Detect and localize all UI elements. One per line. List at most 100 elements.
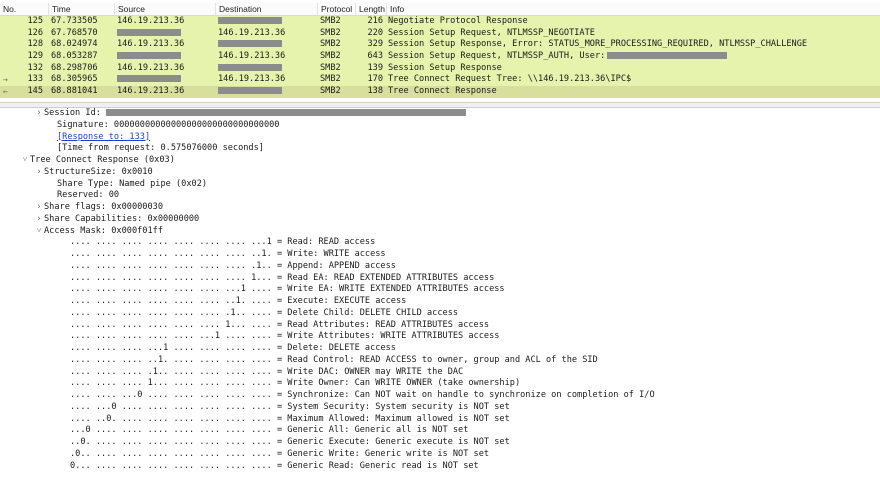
detail-text: .... .... .... ..1. .... .... .... .... … xyxy=(70,354,598,365)
detail-text: .... .... .... .... .... .... .... ...1 … xyxy=(70,237,376,248)
detail-tree-item[interactable]: .... .... .... .... .... .... .... ..1. … xyxy=(0,249,880,261)
detail-text: .... .... .... ...1 .... .... .... .... … xyxy=(70,343,396,353)
column-source[interactable]: Source xyxy=(114,3,218,15)
detail-text: Share Capabilities: 0x00000000 xyxy=(44,213,200,224)
collapse-chevron-icon[interactable]: ˅ xyxy=(34,226,44,238)
packet-source: 146.19.213.36 xyxy=(117,62,185,73)
packet-destination: 146.19.213.36 xyxy=(218,27,286,38)
detail-text: .... .... ...0 .... .... .... .... .... … xyxy=(70,390,655,400)
column-no[interactable]: No. xyxy=(0,3,47,15)
packet-destination xyxy=(218,16,282,28)
column-protocol[interactable]: Protocol xyxy=(317,3,357,15)
detail-tree-item[interactable]: .... .... .... .... .... .... ..1. .... … xyxy=(0,296,880,308)
detail-tree-item[interactable]: .... .... .... ..1. .... .... .... .... … xyxy=(0,355,880,367)
detail-tree-item[interactable]: .... .... .... .... .... ...1 .... .... … xyxy=(0,331,880,343)
detail-tree-item[interactable]: .... .... .... .... .... .... .... ...1 … xyxy=(0,237,880,249)
expand-chevron-icon[interactable]: › xyxy=(34,214,44,226)
detail-tree-item[interactable]: Share Type: Named pipe (0x02) xyxy=(0,179,880,191)
related-packet-arrow-icon: ← xyxy=(3,87,8,97)
redaction-bar xyxy=(218,63,282,71)
detail-tree-item[interactable]: ..0. .... .... .... .... .... .... .... … xyxy=(0,437,880,449)
detail-tree-item[interactable]: .... ...0 .... .... .... .... .... .... … xyxy=(0,402,880,414)
packet-destination xyxy=(218,39,282,51)
detail-tree-item[interactable]: › StructureSize: 0x0010 xyxy=(0,167,880,179)
detail-tree-item[interactable]: ...0 .... .... .... .... .... .... .... … xyxy=(0,425,880,437)
packet-destination: 146.19.213.36 xyxy=(218,74,286,85)
column-time[interactable]: Time xyxy=(48,3,116,15)
detail-text: ...0 .... .... .... .... .... .... .... … xyxy=(70,425,469,436)
detail-tree-item[interactable]: 0... .... .... .... .... .... .... .... … xyxy=(0,461,880,473)
packet-length: 643 xyxy=(367,51,383,62)
detail-text: 0... .... .... .... .... .... .... .... … xyxy=(70,460,479,471)
detail-text: ..0. .... .... .... .... .... .... .... … xyxy=(70,437,510,447)
redaction-bar xyxy=(117,28,181,36)
packet-protocol: SMB2 xyxy=(320,51,341,62)
detail-tree-item[interactable]: .... .... .... .... .... .... .... 1... … xyxy=(0,273,880,285)
packet-list: 125 67.733505 146.19.213.36 SMB2 216 Negotiat… xyxy=(0,16,880,98)
detail-tree-item[interactable]: .... .... .... .... .... .... ...1 .... … xyxy=(0,284,880,296)
detail-tree-item[interactable]: ˅ Access Mask: 0x000f01ff xyxy=(0,226,880,238)
response-link[interactable]: [Response to: 133] xyxy=(57,132,150,142)
packet-time: 68.024974 xyxy=(51,39,98,50)
detail-text: .... .... .... .... .... .... .... .1.. … xyxy=(70,260,396,271)
detail-text: Session Id: xyxy=(44,108,107,118)
column-destination[interactable]: Destination xyxy=(215,3,319,15)
redaction-bar xyxy=(106,109,467,116)
column-length[interactable]: Length xyxy=(355,3,389,15)
detail-tree-item[interactable]: .... .... .... .... .... .... .... .1.. … xyxy=(0,261,880,273)
detail-text: Tree Connect Response (0x03) xyxy=(30,155,175,165)
expand-chevron-icon[interactable]: › xyxy=(34,108,44,120)
detail-tree-item[interactable]: .... .... .... .1.. .... .... .... .... … xyxy=(0,367,880,379)
packet-protocol: SMB2 xyxy=(320,86,341,97)
packet-info: Session Setup Response xyxy=(388,62,502,73)
column-info[interactable]: Info xyxy=(386,3,880,15)
packet-destination xyxy=(218,63,282,75)
detail-tree-item[interactable]: .... .... ...0 .... .... .... .... .... … xyxy=(0,390,880,402)
packet-destination: 146.19.213.36 xyxy=(218,51,286,62)
packet-row[interactable]: 129 68.053287 146.19.213.36 SMB2 643 Session … xyxy=(0,51,880,63)
detail-tree-item[interactable]: .... .... .... .... .... .... .1.. .... … xyxy=(0,308,880,320)
detail-tree-item[interactable]: [Response to: 133] xyxy=(0,132,880,144)
expand-chevron-icon[interactable]: › xyxy=(34,202,44,214)
detail-text: .... .... .... 1... .... .... .... .... … xyxy=(70,378,521,389)
detail-tree-item[interactable]: › Share Capabilities: 0x00000000 xyxy=(0,214,880,226)
packet-row[interactable]: 126 67.768570 146.19.213.36 SMB2 220 Session … xyxy=(0,27,880,40)
packet-source xyxy=(117,51,181,63)
packet-protocol: SMB2 xyxy=(320,62,341,73)
detail-tree-item[interactable]: › Share flags: 0x00000030 xyxy=(0,202,880,214)
detail-text: Share flags: 0x00000030 xyxy=(44,202,163,212)
packet-no: 128 xyxy=(27,39,43,50)
detail-tree-item[interactable]: .0.. .... .... .... .... .... .... .... … xyxy=(0,449,880,461)
detail-text: [Time from request: 0.575076000 seconds] xyxy=(57,143,264,154)
detail-tree-item[interactable]: .... ..0. .... .... .... .... .... .... … xyxy=(0,414,880,426)
packet-length: 216 xyxy=(367,16,383,26)
packet-row[interactable]: 133 68.305965 146.19.213.36 SMB2 170 Tree Con… xyxy=(0,74,880,87)
detail-tree-item[interactable]: Reserved: 00 xyxy=(0,190,880,202)
packet-row[interactable]: 132 68.298706 146.19.213.36 SMB2 139 Session … xyxy=(0,62,880,75)
detail-tree-item[interactable]: › Session Id: xyxy=(0,108,880,120)
detail-tree-item[interactable]: Signature: 00000000000000000000000000000… xyxy=(0,120,880,132)
packet-length: 139 xyxy=(367,62,383,73)
detail-text: .... .... .... .... .... .... .... ..1. … xyxy=(70,249,386,259)
detail-tree-item[interactable]: .... .... .... .... .... .... 1... .... … xyxy=(0,320,880,332)
collapse-chevron-icon[interactable]: ˅ xyxy=(20,155,30,167)
packet-length: 170 xyxy=(367,74,383,85)
packet-row[interactable]: 145 68.881041 146.19.213.36 SMB2 138 Tree Con… xyxy=(0,86,880,98)
packet-info: Session Setup Request, NTLMSSP_NEGOTIATE xyxy=(388,27,595,38)
detail-tree-item[interactable]: [Time from request: 0.575076000 seconds] xyxy=(0,143,880,155)
detail-tree-item[interactable]: .... .... .... 1... .... .... .... .... … xyxy=(0,378,880,390)
detail-text: Reserved: 00 xyxy=(57,190,120,201)
packet-source: 146.19.213.36 xyxy=(117,16,185,26)
packet-row[interactable]: 125 67.733505 146.19.213.36 SMB2 216 Negotiat… xyxy=(0,16,880,28)
expand-chevron-icon[interactable]: › xyxy=(34,167,44,179)
packet-time: 67.733505 xyxy=(51,16,98,26)
detail-tree-item[interactable]: ˅ Tree Connect Response (0x03) xyxy=(0,155,880,167)
packet-source xyxy=(117,74,181,86)
packet-info: Session Setup Response, Error: STATUS_MO… xyxy=(388,39,808,50)
related-packet-arrow-icon: → xyxy=(3,75,8,85)
packet-list-header: No. Time Source Destination Protocol Len… xyxy=(0,2,880,16)
packet-row[interactable]: 128 68.024974 146.19.213.36 SMB2 329 Session … xyxy=(0,39,880,52)
redaction-bar xyxy=(117,52,181,60)
detail-tree-item[interactable]: .... .... .... ...1 .... .... .... .... … xyxy=(0,343,880,355)
packet-time: 67.768570 xyxy=(51,27,98,38)
